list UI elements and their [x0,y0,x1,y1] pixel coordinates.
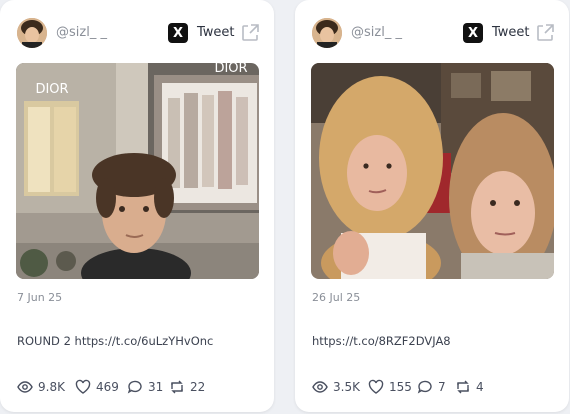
avatar[interactable] [17,18,47,48]
retweets-count: 22 [190,380,206,394]
tweet-date: 26 Jul 25 [312,291,361,304]
photo-sign-left: DIOR [35,82,68,97]
retweets-stat[interactable]: 22 [169,378,205,396]
tweet-text[interactable]: https://t.co/8RZF2DVJA8 [312,334,451,348]
views-count: 9.8K [38,380,65,394]
tweet-text[interactable]: ROUND 2 https://t.co/6uLzYHvOnc [17,334,213,348]
replies-stat[interactable]: 31 [127,378,163,396]
comment-icon [417,380,432,394]
replies-stat[interactable]: 7 [417,378,446,396]
replies-count: 7 [438,380,446,394]
eye-icon [312,381,328,393]
views-stat: 9.8K [17,378,65,396]
user-handle[interactable]: @sizl_ _ [56,25,107,40]
avatar[interactable] [312,18,342,48]
likes-count: 155 [389,380,412,394]
tweet-date: 7 Jun 25 [17,291,63,304]
replies-count: 31 [148,380,164,394]
photo-sign-right: DIOR [214,63,247,76]
tweet-header: @sizl_ _ X Tweet [17,17,260,49]
tweet-photo[interactable]: DIOR DIOR [16,63,259,279]
user-handle[interactable]: @sizl_ _ [351,25,402,40]
tweet-header: @sizl_ _ X Tweet [312,17,555,49]
comment-icon [127,380,142,394]
external-link-icon[interactable] [535,23,555,43]
tweet-card[interactable]: @sizl_ _ X Tweet DIOR DIOR 7 Jun 25 ROUN… [0,0,274,412]
likes-stat[interactable]: 155 [368,378,412,396]
x-logo-icon[interactable]: X [168,23,188,43]
tweet-card[interactable]: @sizl_ _ X Tweet 26 Jul 25 https://t.co/… [295,0,569,412]
likes-stat[interactable]: 469 [75,378,119,396]
heart-icon [368,379,384,394]
likes-count: 469 [96,380,119,394]
x-logo-icon[interactable]: X [463,23,483,43]
tweet-link-label[interactable]: Tweet [197,25,235,40]
retweets-stat[interactable]: 4 [455,378,484,396]
views-stat: 3.5K [312,378,360,396]
heart-icon [75,379,91,394]
retweet-icon [457,380,469,394]
retweets-count: 4 [476,380,484,394]
external-link-icon[interactable] [240,23,260,43]
tweet-link-label[interactable]: Tweet [492,25,530,40]
retweet-icon [171,380,183,394]
eye-icon [17,381,33,393]
views-count: 3.5K [333,380,360,394]
tweet-photo[interactable] [311,63,554,279]
